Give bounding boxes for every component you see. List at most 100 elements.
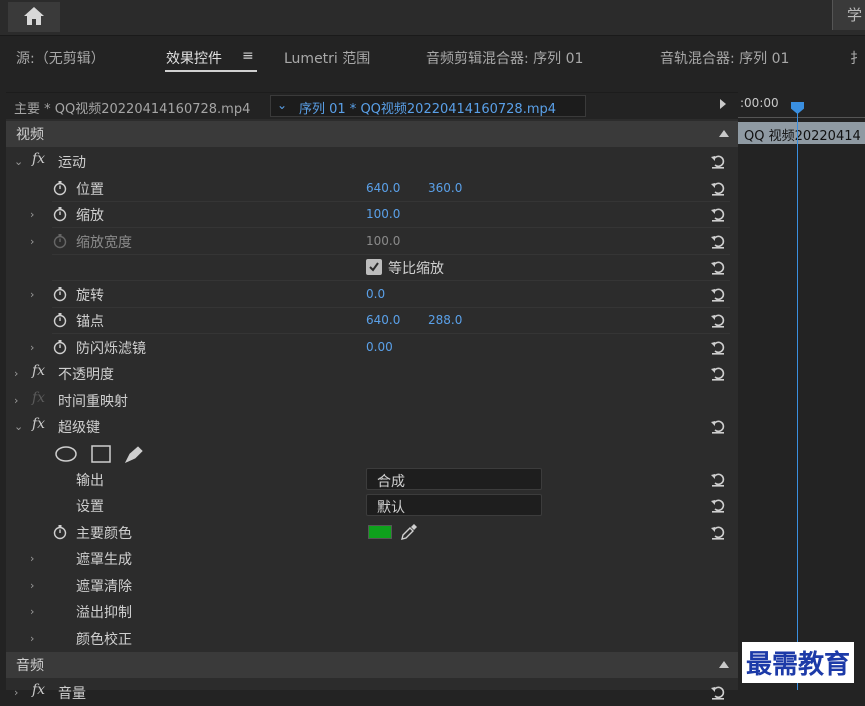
timeline-clip[interactable]: QQ 视频20220414	[738, 122, 865, 144]
reset-icon[interactable]	[709, 152, 727, 170]
effect-controls-timeline[interactable]: :00:00 QQ 视频20220414	[738, 92, 865, 690]
chevron-down-icon[interactable]: ⌄	[14, 420, 23, 433]
position-y-value[interactable]: 360.0	[428, 181, 462, 195]
tab-effect-controls[interactable]: 效果控件	[166, 48, 222, 68]
group-label: 遮罩清除	[76, 579, 132, 595]
watermark-logo: 最需教育	[742, 642, 855, 683]
reset-icon[interactable]	[709, 232, 727, 250]
top-bar: 学	[0, 0, 865, 36]
fx-icon[interactable]: fx	[32, 363, 45, 379]
chevron-right-icon[interactable]: ›	[30, 235, 34, 248]
effect-volume[interactable]: › fx 音量	[6, 679, 738, 706]
group-label: 溢出抑制	[76, 605, 132, 621]
chevron-right-icon[interactable]: ›	[30, 341, 34, 354]
show-timeline-toggle-icon[interactable]	[720, 99, 726, 109]
workspace-menu[interactable]: 学	[832, 0, 865, 30]
chevron-right-icon[interactable]: ›	[30, 632, 34, 645]
eyedropper-icon[interactable]	[400, 523, 418, 541]
tab-lumetri-scopes[interactable]: Lumetri 范围	[284, 48, 370, 68]
effect-opacity[interactable]: › fx 不透明度	[6, 360, 738, 387]
mask-tools	[55, 445, 143, 463]
sequence-clip-selector[interactable]: ⌄ 序列 01 * QQ视频20220414160728.mp4	[270, 95, 586, 117]
anchor-x-value[interactable]: 640.0	[366, 313, 400, 327]
home-button[interactable]	[8, 2, 60, 32]
reset-icon[interactable]	[709, 364, 727, 382]
anti-flicker-value[interactable]: 0.00	[366, 340, 393, 354]
fx-icon: fx	[32, 390, 46, 406]
master-clip-label[interactable]: 主要 * QQ视频20220414160728.mp4	[14, 98, 250, 117]
time-ruler[interactable]	[738, 112, 865, 118]
reset-icon[interactable]	[709, 338, 727, 356]
group-matte-generation[interactable]: › 遮罩生成	[6, 545, 738, 572]
chevron-right-icon[interactable]: ›	[30, 605, 34, 618]
group-color-correction[interactable]: › 颜色校正	[6, 625, 738, 652]
rectangle-mask-icon[interactable]	[91, 445, 111, 463]
position-x-value[interactable]: 640.0	[366, 181, 400, 195]
key-color-swatch[interactable]	[368, 525, 392, 539]
setting-dropdown[interactable]: 默认 ⌄	[366, 494, 542, 516]
chevron-right-icon[interactable]: ›	[14, 367, 18, 380]
tab-source[interactable]: 源:（无剪辑）	[16, 48, 105, 68]
reset-icon[interactable]	[709, 258, 727, 276]
group-matte-cleanup[interactable]: › 遮罩清除	[6, 572, 738, 599]
workspace-label: 学	[847, 6, 863, 24]
chevron-right-icon[interactable]: ›	[14, 686, 18, 699]
panel-menu-icon[interactable]: ≡	[242, 48, 254, 64]
chevron-right-icon[interactable]: ›	[30, 208, 34, 221]
stopwatch-icon[interactable]	[52, 524, 68, 540]
clip-name: QQ 视频20220414	[744, 129, 861, 144]
reset-icon[interactable]	[709, 523, 727, 541]
scale-value[interactable]: 100.0	[366, 207, 400, 221]
rotation-value[interactable]: 0.0	[366, 287, 385, 301]
property-label: 缩放	[76, 208, 104, 224]
effect-ultra-key[interactable]: ⌄ fx 超级键	[6, 413, 738, 440]
audio-section-header[interactable]: 音频	[6, 652, 738, 678]
property-uniform-scale: 等比缩放	[6, 254, 738, 281]
property-label: 设置	[76, 499, 104, 515]
reset-icon[interactable]	[709, 417, 727, 435]
group-spill-suppression[interactable]: › 溢出抑制	[6, 598, 738, 625]
fx-icon[interactable]: fx	[32, 151, 45, 167]
stopwatch-icon[interactable]	[52, 312, 68, 328]
fx-icon[interactable]: fx	[32, 416, 45, 432]
effect-motion[interactable]: ⌄ fx 运动	[6, 148, 738, 175]
tab-audio-clip-mixer[interactable]: 音频剪辑混合器: 序列 01	[426, 48, 583, 68]
uniform-scale-label: 等比缩放	[388, 261, 444, 277]
effect-name: 运动	[58, 155, 86, 171]
property-label: 缩放宽度	[76, 235, 132, 251]
uniform-scale-checkbox[interactable]	[366, 259, 382, 275]
chevron-down-icon[interactable]: ⌄	[14, 155, 23, 168]
property-key-color: 主要颜色	[6, 519, 738, 546]
stopwatch-icon[interactable]	[52, 339, 68, 355]
reset-icon[interactable]	[709, 683, 727, 701]
reset-icon[interactable]	[709, 496, 727, 514]
chevron-right-icon[interactable]: ›	[30, 579, 34, 592]
chevron-right-icon[interactable]: ›	[30, 552, 34, 565]
group-label: 颜色校正	[76, 632, 132, 648]
stopwatch-icon[interactable]	[52, 180, 68, 196]
reset-icon[interactable]	[709, 470, 727, 488]
stopwatch-icon[interactable]	[52, 286, 68, 302]
chevron-right-icon[interactable]: ›	[14, 394, 18, 407]
reset-icon[interactable]	[709, 285, 727, 303]
collapse-up-icon[interactable]	[719, 130, 729, 137]
reset-icon[interactable]	[709, 311, 727, 329]
property-position: 位置 640.0 360.0	[6, 175, 738, 202]
tab-audio-track-mixer[interactable]: 音轨混合器: 序列 01	[660, 48, 789, 68]
reset-icon[interactable]	[709, 205, 727, 223]
output-dropdown[interactable]: 合成 ⌄	[366, 468, 542, 490]
pen-mask-icon[interactable]	[124, 446, 143, 463]
active-tab-indicator	[165, 70, 257, 72]
stopwatch-icon[interactable]	[52, 206, 68, 222]
property-rotation: › 旋转 0.0	[6, 281, 738, 308]
reset-icon[interactable]	[709, 179, 727, 197]
video-section-header[interactable]: 视频	[6, 121, 738, 147]
chevron-right-icon[interactable]: ›	[30, 288, 34, 301]
ellipse-mask-icon[interactable]	[55, 446, 77, 462]
fx-icon[interactable]: fx	[32, 682, 45, 698]
tab-overflow[interactable]: 扌	[850, 48, 864, 68]
scale-width-value: 100.0	[366, 234, 401, 248]
anchor-y-value[interactable]: 288.0	[428, 313, 462, 327]
effect-time-remapping[interactable]: › fx 时间重映射	[6, 387, 738, 414]
collapse-up-icon[interactable]	[719, 661, 729, 668]
